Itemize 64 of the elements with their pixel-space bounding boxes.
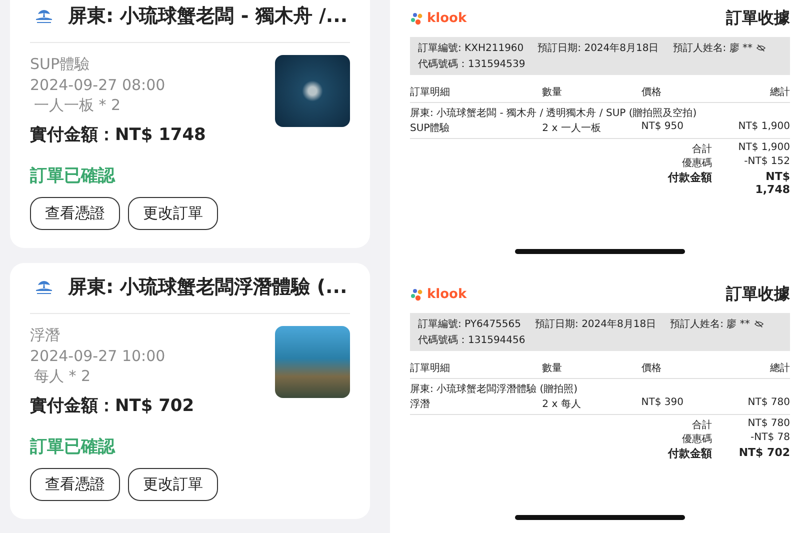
- total-label: 優惠碼: [682, 156, 712, 170]
- paid-amount: 實付金額：NT$ 1748: [30, 124, 206, 146]
- column-header: 價格: [641, 86, 662, 99]
- date-time: 2024-09-27 08:00: [30, 76, 166, 94]
- table-cell-text: NT$ 780: [746, 397, 790, 410]
- activity-title[interactable]: 屏東: 小琉球蟹老闆浮潛體驗 (...: [68, 274, 348, 300]
- column-header: 數量: [542, 86, 564, 99]
- column-header: 訂單明細: [410, 86, 451, 99]
- logo-icon: [410, 288, 424, 302]
- order-status: 訂單已確認: [30, 436, 116, 458]
- payment-label: 付款金額: [668, 170, 712, 186]
- column-header: 總計: [768, 86, 790, 99]
- order-status: 訂單已確認: [30, 165, 116, 187]
- receipt-title: 訂單收據: [726, 8, 790, 29]
- total-value: NT$ 780: [746, 418, 790, 431]
- item-title: 屏東: 小琉球蟹老闆浮潛體驗 (贈拍照): [410, 382, 579, 396]
- payment-amount: NT$ 1,748: [754, 170, 790, 196]
- activity-title[interactable]: 屏東: 小琉球蟹老闆 - 獨木舟 /...: [68, 3, 348, 29]
- quantity-text: 一人一板 * 2: [33, 96, 122, 115]
- order-action-button[interactable]: 更改訂單: [128, 468, 218, 501]
- order-action-button[interactable]: 查看憑證: [30, 197, 120, 230]
- column-header: 總計: [768, 362, 790, 375]
- item-title: 屏東: 小琉球蟹老闆 - 獨木舟 / 透明獨木舟 / SUP (贈拍照及空拍): [410, 106, 698, 120]
- column-header: 價格: [641, 362, 662, 375]
- info-text: 預訂日期: 2024年8月18日: [535, 318, 656, 331]
- column-header: 訂單明細: [410, 362, 451, 375]
- payment-label: 付款金額: [668, 446, 712, 461]
- table-cell-text: 浮潛: [410, 398, 431, 411]
- table-cell-text: NT$ 1,900: [737, 121, 790, 134]
- total-label: 合計: [692, 418, 712, 432]
- logo-icon: [410, 12, 424, 26]
- info-text: 訂單編號: KXH211960: [418, 42, 524, 55]
- table-cell-text: NT$ 950: [641, 121, 685, 134]
- payment-amount: NT$ 702: [738, 446, 790, 461]
- total-label: 優惠碼: [682, 432, 712, 446]
- quantity-text: 每人 * 2: [33, 367, 92, 386]
- info-text: 代碼號碼：131594539: [418, 58, 526, 71]
- package-name: 浮潛: [30, 326, 61, 345]
- eye-slash-icon: [754, 320, 764, 328]
- info-text: 預訂人姓名: 廖 **: [670, 318, 750, 331]
- total-value: -NT$ 78: [750, 432, 790, 445]
- order-action-button[interactable]: 查看憑證: [30, 468, 120, 501]
- paid-amount: 實付金額：NT$ 702: [30, 395, 194, 417]
- total-label: 合計: [692, 142, 712, 156]
- info-text: 代碼號碼：131594456: [418, 334, 526, 347]
- package-name: SUP體驗: [30, 55, 91, 74]
- table-cell-text: SUP體驗: [410, 122, 451, 135]
- logo-text: klook: [427, 287, 467, 302]
- total-value: NT$ 1,900: [737, 142, 790, 155]
- table-cell-text: NT$ 390: [641, 397, 685, 410]
- info-text: 預訂日期: 2024年8月18日: [538, 42, 659, 55]
- column-header: 數量: [542, 362, 564, 375]
- table-cell-text: 2 x 每人: [542, 398, 582, 411]
- total-value: -NT$ 152: [743, 156, 790, 169]
- receipt-title: 訂單收據: [726, 284, 790, 305]
- island-icon: [34, 279, 54, 295]
- logo-text: klook: [427, 11, 467, 26]
- island-icon: [34, 8, 54, 24]
- info-text: 訂單編號: PY6475565: [418, 318, 522, 331]
- eye-slash-icon: [756, 44, 766, 52]
- table-cell-text: 2 x 一人一板: [542, 122, 602, 135]
- info-text: 預訂人姓名: 廖 **: [672, 42, 752, 55]
- order-action-button[interactable]: 更改訂單: [128, 197, 218, 230]
- date-time: 2024-09-27 10:00: [30, 347, 166, 365]
